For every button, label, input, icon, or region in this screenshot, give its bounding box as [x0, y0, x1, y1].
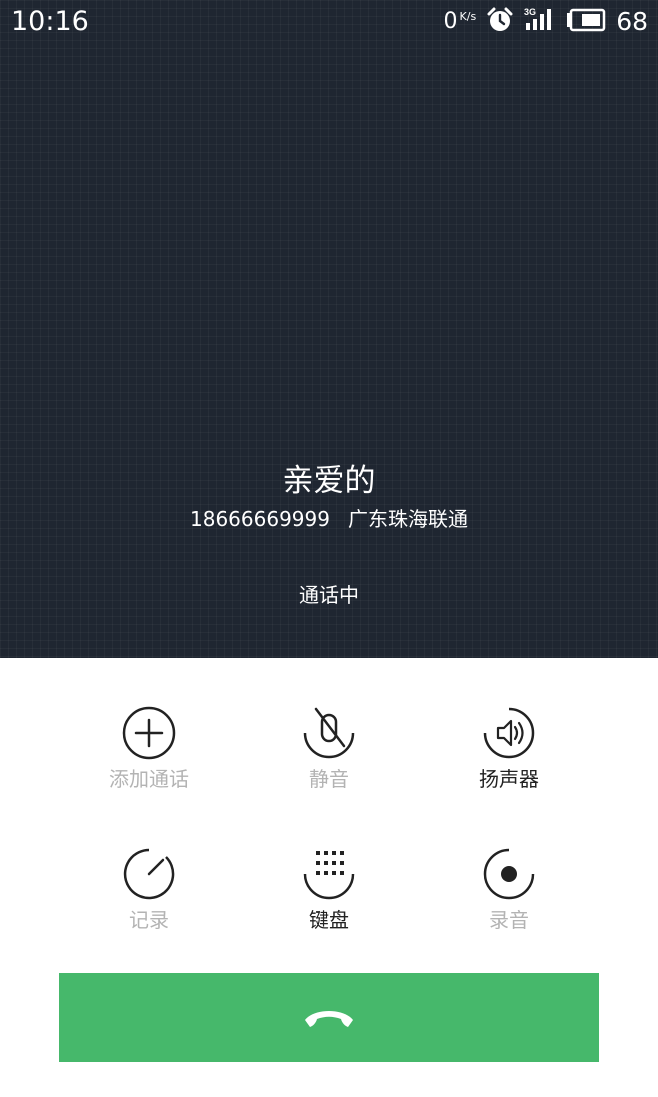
battery-icon: [566, 8, 606, 36]
record-icon: [483, 848, 535, 900]
status-bar-indicators: 0 K/s 3G 68: [444, 6, 648, 38]
caller-location-carrier: 广东珠海联通: [347, 507, 468, 531]
mute-label: 静音: [309, 767, 349, 791]
network-type-label: 3G: [524, 7, 536, 17]
notes-label: 记录: [129, 908, 169, 932]
alarm-icon: [486, 6, 514, 38]
status-bar-time: 10:16: [11, 6, 89, 37]
notes-button[interactable]: 记录: [59, 847, 239, 957]
record-label: 录音: [489, 908, 529, 932]
contact-name: 亲爱的: [282, 463, 376, 499]
speaker-button[interactable]: 扬声器: [419, 706, 599, 816]
mute-button[interactable]: 静音: [239, 706, 419, 816]
call-screen-header: 10:16 0 K/s 3G 68 亲爱的 18666669999 广东珠海联通…: [0, 0, 658, 658]
network-speed-unit: K/s: [459, 10, 477, 23]
caller-details: 18666669999 广东珠海联通: [0, 505, 658, 533]
phone-number: 18666669999: [190, 507, 330, 531]
speaker-label: 扬声器: [479, 767, 539, 791]
hangup-phone-icon: [305, 1010, 353, 1027]
network-speed: 0 K/s: [444, 9, 477, 35]
mute-icon: [303, 707, 355, 759]
dialpad-icon: [303, 851, 355, 900]
add-call-button[interactable]: 添加通话: [59, 706, 239, 816]
battery-percentage: 68: [616, 7, 648, 36]
signal-3g-icon: 3G: [524, 6, 556, 38]
record-button[interactable]: 录音: [419, 847, 599, 957]
speaker-icon: [483, 707, 535, 759]
notes-icon: [123, 848, 175, 900]
hangup-button[interactable]: [59, 973, 599, 1062]
dialpad-button[interactable]: 键盘: [239, 847, 419, 957]
call-status: 通话中: [299, 583, 359, 607]
add-call-icon: [122, 706, 176, 760]
dialpad-label: 键盘: [309, 908, 349, 932]
add-call-label: 添加通话: [109, 767, 189, 791]
network-speed-value: 0: [443, 9, 458, 34]
